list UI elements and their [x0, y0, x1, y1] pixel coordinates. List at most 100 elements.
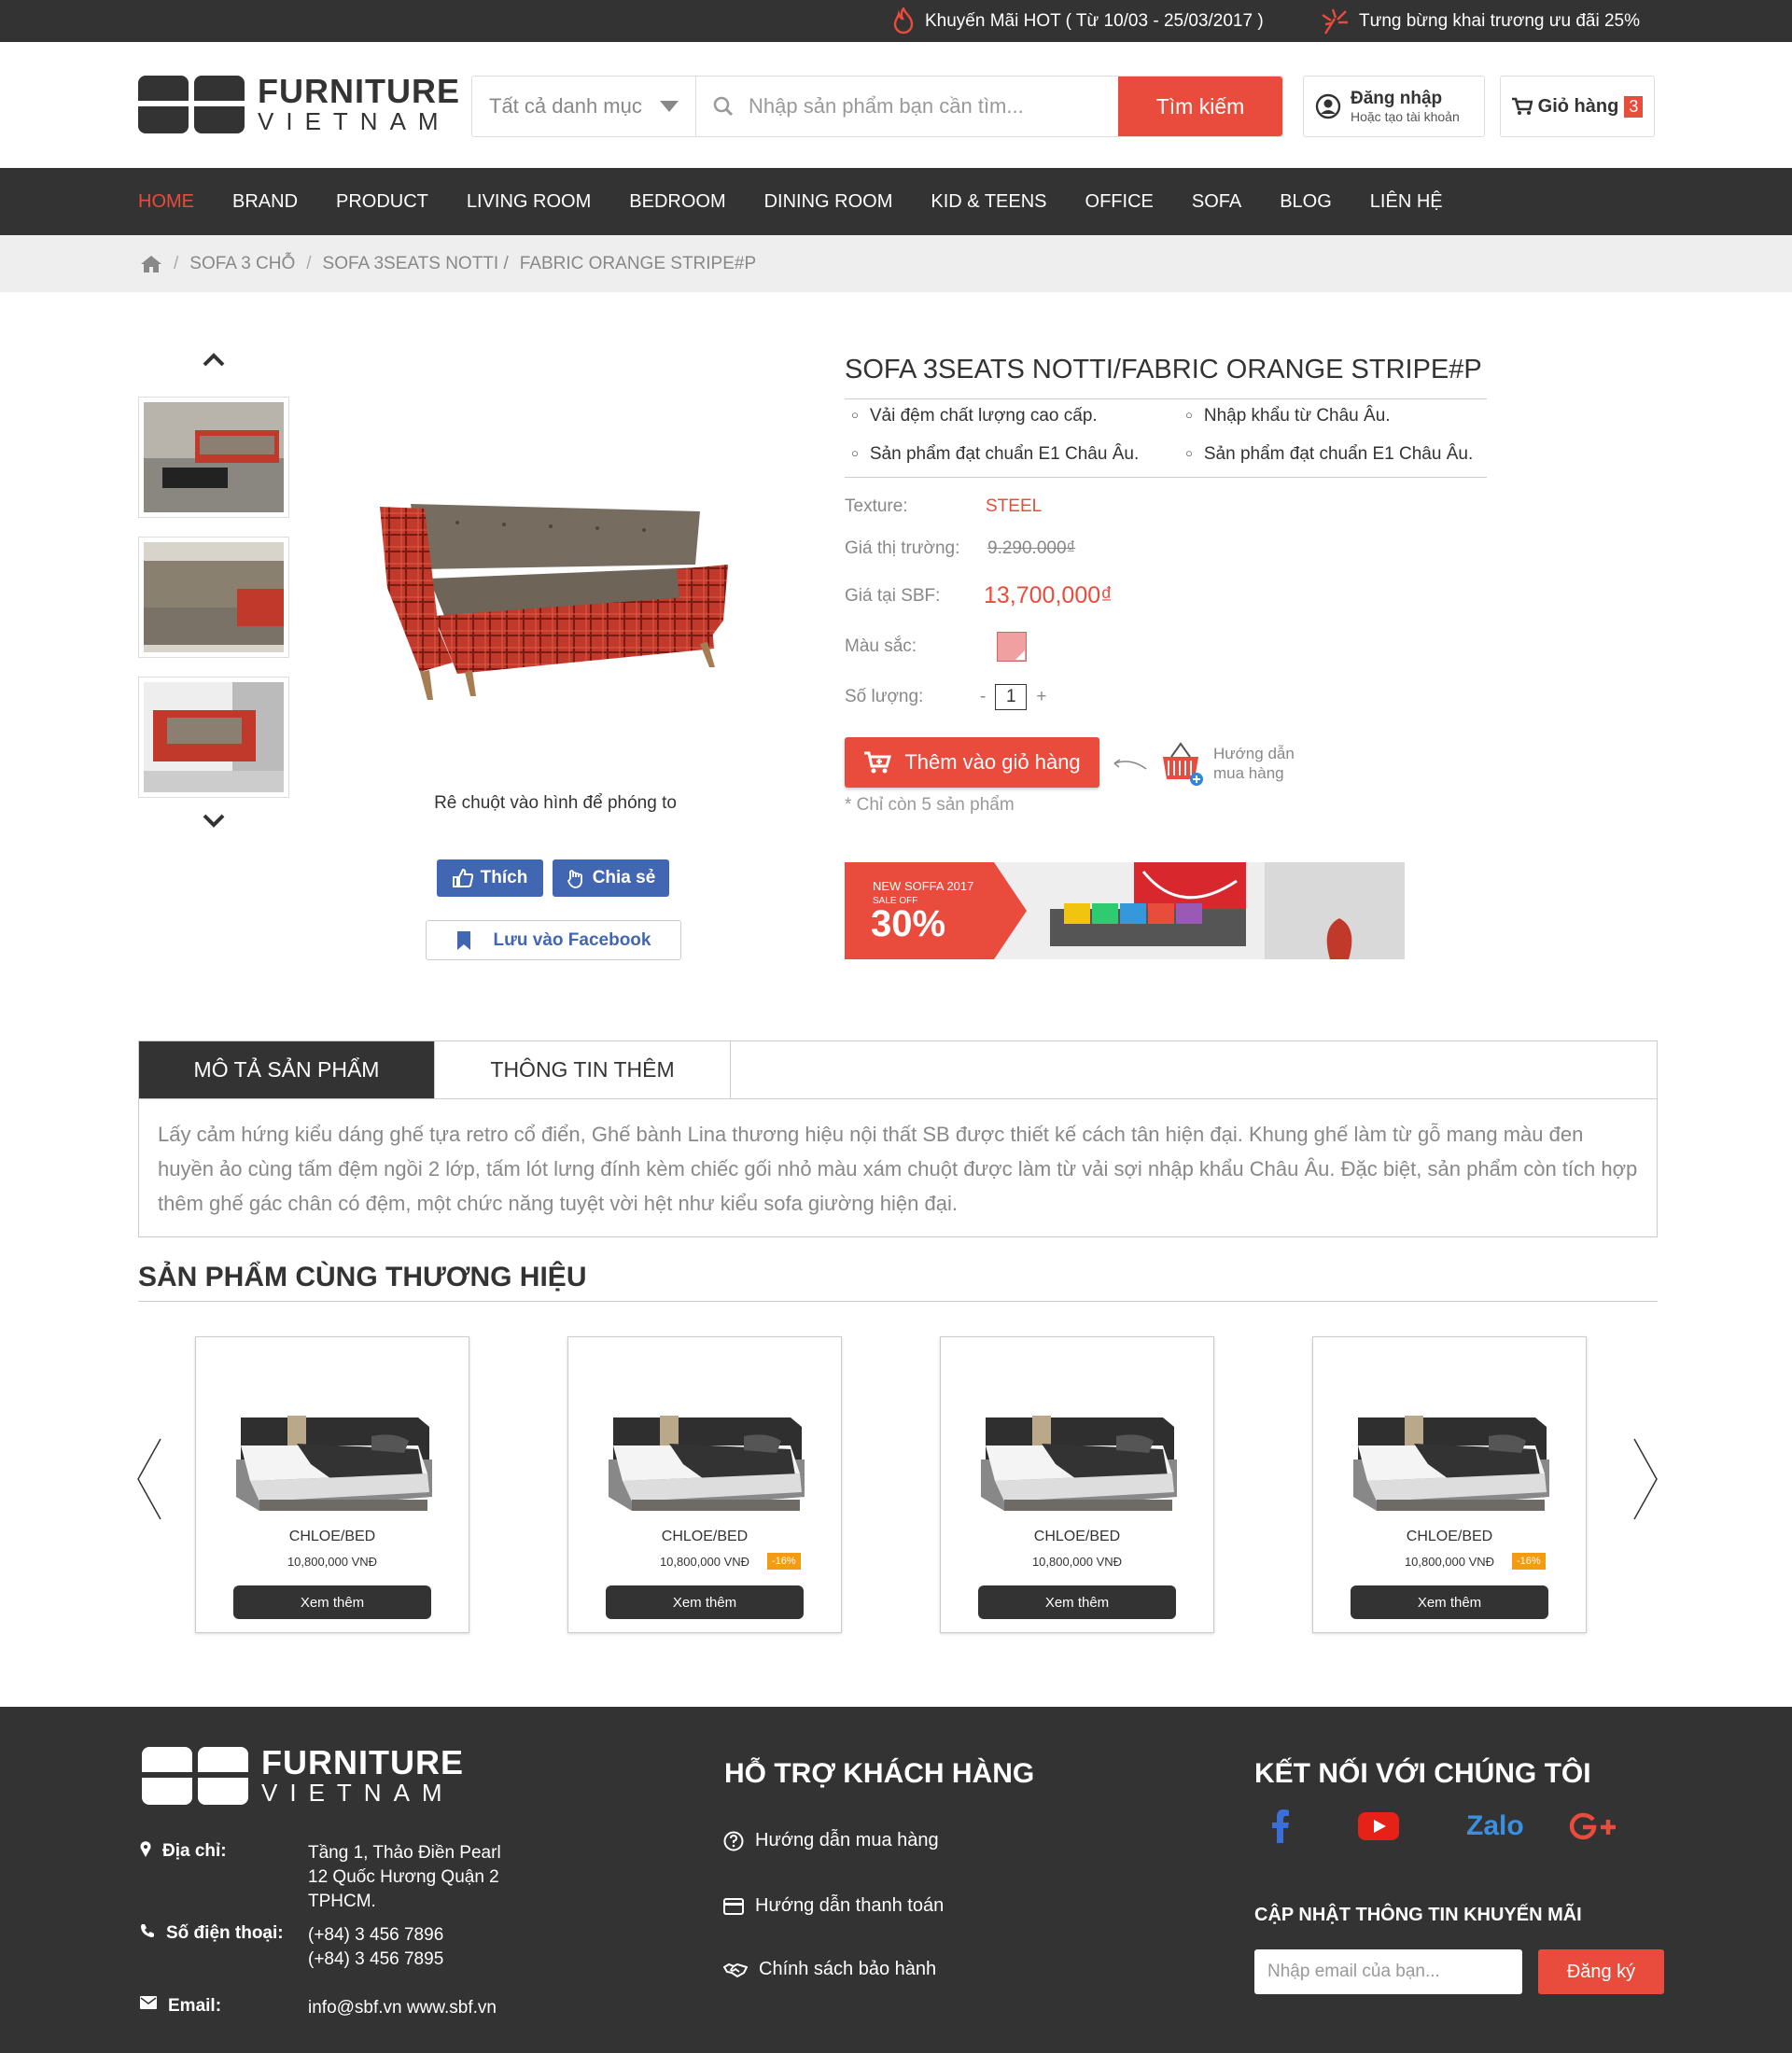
youtube-link[interactable]	[1358, 1812, 1461, 1840]
nav-home[interactable]: HOME	[138, 191, 194, 213]
breadcrumb-sofa-3-cho[interactable]: SOFA 3 CHỖ	[189, 254, 295, 274]
add-to-cart-button[interactable]: Thêm vào giỏ hàng	[845, 737, 1099, 788]
thumbnail-2[interactable]	[138, 537, 289, 658]
quantity-input[interactable]: 1	[995, 684, 1028, 710]
product-card[interactable]: CHLOE/BED 10,800,000 VNĐ -16% Xem thêm	[1312, 1336, 1587, 1633]
footer-link-payment-guide[interactable]: Hướng dẫn thanh toán	[723, 1895, 944, 1917]
stock-note: * Chỉ còn 5 sản phẩm	[845, 795, 1015, 815]
address-label: Địa chỉ:	[162, 1841, 227, 1861]
home-icon[interactable]	[140, 255, 162, 273]
phone-number[interactable]: (+84) 3 456 7895	[308, 1948, 443, 1972]
quantity-minus-button[interactable]: -	[980, 687, 986, 707]
product-card-image[interactable]	[604, 1408, 811, 1516]
nav-office[interactable]: OFFICE	[1085, 191, 1154, 213]
main-product-image[interactable]	[364, 476, 737, 700]
product-card-name[interactable]: CHLOE/BED	[568, 1529, 841, 1545]
texture-row: Texture: STEEL	[845, 496, 1042, 517]
nav-brand[interactable]: BRAND	[232, 191, 298, 213]
view-more-button[interactable]: Xem thêm	[1351, 1585, 1548, 1619]
guide-line1: Hướng dẫn	[1213, 745, 1295, 762]
texture-value: STEEL	[986, 496, 1043, 516]
promo-opening[interactable]: Tưng bừng khai trương ưu đãi 25%	[1320, 0, 1640, 42]
site-logo[interactable]: FURNITURE VIETNAM	[138, 75, 460, 134]
tab-description[interactable]: MÔ TẢ SẢN PHẨM	[139, 1041, 435, 1098]
facebook-link[interactable]	[1255, 1809, 1358, 1843]
product-features: Vải đệm chất lượng cao cấp. Nhập khẩu từ…	[851, 406, 1486, 465]
facebook-like-label: Thích	[480, 868, 528, 887]
banner-line1: NEW SOFFA 2017	[873, 879, 974, 893]
bed-image	[981, 1416, 1177, 1511]
nav-living-room[interactable]: LIVING ROOM	[467, 191, 591, 213]
product-card-name[interactable]: CHLOE/BED	[196, 1529, 469, 1545]
newsletter-email-input[interactable]	[1267, 1962, 1509, 1982]
facebook-like-button[interactable]: Thích	[437, 859, 543, 897]
nav-sofa[interactable]: SOFA	[1192, 191, 1241, 213]
share-hand-icon	[567, 870, 582, 888]
facebook-save-button[interactable]: Lưu vào Facebook	[426, 920, 681, 960]
zalo-link[interactable]: Zalo	[1461, 1810, 1563, 1842]
promo-banner[interactable]: NEW SOFFA 2017 SALE OFF 30%	[845, 862, 1405, 959]
quantity-label: Số lượng:	[845, 687, 924, 706]
promo-opening-text: Tưng bừng khai trương ưu đãi 25%	[1359, 10, 1640, 31]
newsletter-title: CẬP NHẬT THÔNG TIN KHUYẾN MÃI	[1254, 1905, 1582, 1925]
view-more-button[interactable]: Xem thêm	[978, 1585, 1176, 1619]
color-label: Màu sắc:	[845, 636, 917, 656]
product-card-image[interactable]	[1349, 1408, 1556, 1516]
footer-link-label: Chính sách bảo hành	[759, 1959, 937, 1979]
email-value[interactable]: info@sbf.vn www.sbf.vn	[308, 1996, 497, 2020]
view-more-button[interactable]: Xem thêm	[606, 1585, 804, 1619]
chevron-up-icon[interactable]	[202, 353, 226, 368]
footer-link-label: Hướng dẫn mua hàng	[755, 1830, 939, 1850]
thumbnail-3[interactable]	[138, 677, 289, 798]
search-input[interactable]	[749, 94, 1101, 119]
search-button[interactable]: Tìm kiếm	[1118, 77, 1282, 136]
tab-more-info[interactable]: THÔNG TIN THÊM	[435, 1041, 731, 1098]
tab-description-content: Lấy cảm hứng kiểu dáng ghế tựa retro cổ …	[158, 1123, 1638, 1215]
subscribe-button[interactable]: Đăng ký	[1538, 1949, 1664, 1994]
product-card-image[interactable]	[976, 1408, 1183, 1516]
product-card-image[interactable]	[231, 1408, 439, 1516]
breadcrumb-sofa-notti[interactable]: SOFA 3SEATS NOTTI /	[323, 254, 509, 274]
nav-contact[interactable]: LIÊN HỆ	[1370, 191, 1443, 213]
facebook-share-button[interactable]: Chia sẻ	[553, 859, 669, 897]
promo-hot[interactable]: Khuyến Mãi HOT ( Từ 10/03 - 25/03/2017 )	[891, 0, 1264, 42]
nav-product[interactable]: PRODUCT	[336, 191, 428, 213]
color-swatch[interactable]	[997, 632, 1027, 662]
view-more-button[interactable]: Xem thêm	[233, 1585, 431, 1619]
footer-link-warranty[interactable]: Chính sách bảo hành	[723, 1959, 936, 1980]
firework-icon	[1322, 8, 1348, 35]
category-label: Tất cả danh mục	[489, 94, 642, 118]
footer-link-buying-guide[interactable]: Hướng dẫn mua hàng	[723, 1830, 939, 1851]
phone-number[interactable]: (+84) 3 456 7896	[308, 1923, 443, 1948]
cart-button[interactable]: Giỏ hàng 3	[1500, 76, 1655, 137]
google-plus-link[interactable]	[1563, 1812, 1666, 1840]
product-card-name[interactable]: CHLOE/BED	[941, 1529, 1213, 1545]
add-to-cart-label: Thêm vào giỏ hàng	[904, 750, 1081, 774]
thumbnail-1-image	[144, 402, 284, 512]
chevron-down-icon[interactable]	[202, 813, 226, 828]
carousel-next-icon[interactable]	[1632, 1437, 1659, 1521]
search-icon	[713, 96, 734, 117]
divider	[845, 477, 1487, 478]
quantity-plus-button[interactable]: +	[1036, 687, 1046, 707]
product-card-name[interactable]: CHLOE/BED	[1313, 1529, 1586, 1545]
breadcrumb: / SOFA 3 CHỖ / SOFA 3SEATS NOTTI / FABRI…	[0, 235, 1792, 292]
quantity-row: Số lượng: - 1 +	[845, 684, 1046, 710]
thumbnail-1[interactable]	[138, 397, 289, 518]
address-line: 12 Quốc Hương Quận 2	[308, 1867, 499, 1887]
buying-guide-link[interactable]: Hướng dẫn mua hàng	[1111, 740, 1295, 787]
category-dropdown[interactable]: Tất cả danh mục	[472, 77, 696, 136]
market-price-row: Giá thị trường: 9.290.000₫	[845, 538, 1075, 559]
footer-logo[interactable]: FURNITURE VIETNAM	[142, 1746, 464, 1806]
nav-blog[interactable]: BLOG	[1280, 191, 1332, 213]
product-card[interactable]: CHLOE/BED 10,800,000 VNĐ -16% Xem thêm	[567, 1336, 842, 1633]
login-button[interactable]: Đăng nhập Hoặc tạo tài khoản	[1303, 76, 1485, 137]
product-card[interactable]: CHLOE/BED 10,800,000 VNĐ Xem thêm	[940, 1336, 1214, 1633]
nav-bedroom[interactable]: BEDROOM	[629, 191, 725, 213]
social-links: Zalo	[1255, 1809, 1666, 1843]
nav-dining-room[interactable]: DINING ROOM	[764, 191, 893, 213]
top-promo-bar: Khuyến Mãi HOT ( Từ 10/03 - 25/03/2017 )…	[0, 0, 1792, 42]
carousel-prev-icon[interactable]	[136, 1437, 162, 1521]
product-card[interactable]: CHLOE/BED 10,800,000 VNĐ Xem thêm	[195, 1336, 469, 1633]
nav-kid-teens[interactable]: KID & TEENS	[931, 191, 1046, 213]
